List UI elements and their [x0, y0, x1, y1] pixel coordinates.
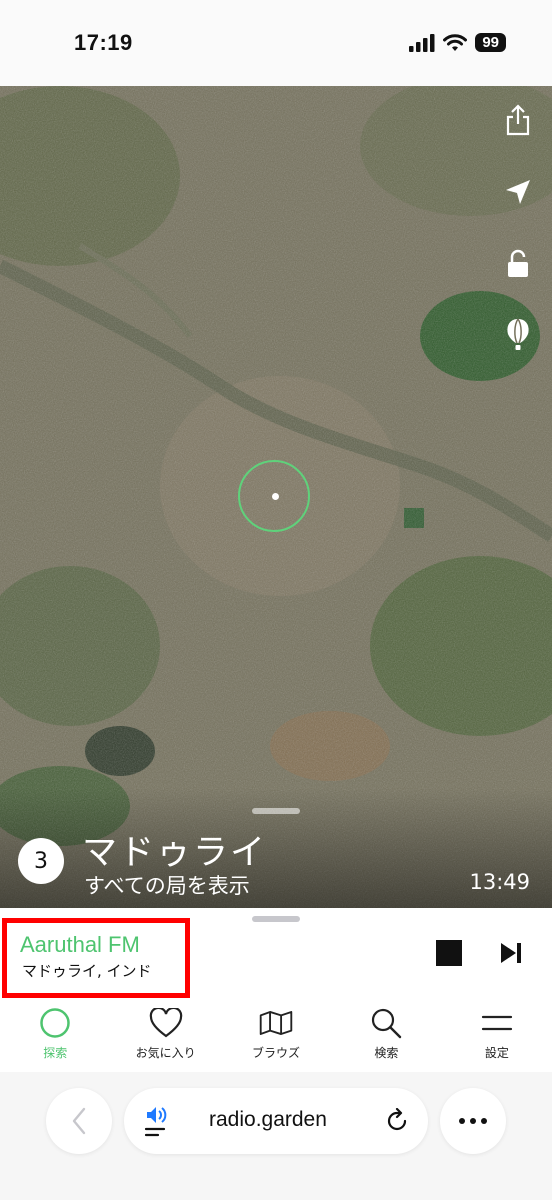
next-button[interactable]: [498, 940, 524, 966]
station-name[interactable]: Aaruthal FM: [20, 932, 140, 958]
tab-label: 検索: [374, 1046, 399, 1060]
skip-next-icon: [501, 943, 521, 963]
wifi-icon: [443, 33, 468, 51]
chevron-left-icon: [72, 1107, 86, 1135]
share-button[interactable]: [502, 104, 534, 136]
status-bar: 17:19 99: [0, 0, 552, 86]
status-time: 17:19: [74, 30, 133, 55]
tab-bar: 探索 お気に入り ブラウズ 検索 設定: [0, 1006, 552, 1072]
browser-toolbar: radio.garden: [0, 1072, 552, 1200]
tab-search[interactable]: 検索: [331, 1006, 441, 1072]
station-highlight-box: [2, 918, 190, 998]
heart-icon: [149, 1008, 182, 1038]
locate-button[interactable]: [502, 176, 534, 208]
unlock-icon: [508, 249, 528, 277]
station-location[interactable]: マドゥライ, インド: [22, 960, 152, 981]
tab-favorites[interactable]: お気に入り: [110, 1006, 220, 1072]
more-options-button[interactable]: [440, 1088, 506, 1154]
status-icons: 99: [409, 33, 506, 52]
tab-label: ブラウズ: [252, 1046, 301, 1060]
audio-playing-icon: [144, 1107, 167, 1137]
cellular-signal-icon: [409, 33, 435, 52]
map-icon: [259, 1011, 293, 1035]
sheet-drag-handle[interactable]: [252, 916, 300, 922]
tab-settings[interactable]: 設定: [442, 1006, 552, 1072]
circle-icon: [40, 1008, 70, 1038]
share-icon: [506, 104, 530, 136]
map-drag-handle[interactable]: [252, 808, 300, 814]
menu-icon: [481, 1015, 512, 1031]
url-text[interactable]: radio.garden: [209, 1108, 327, 1132]
tab-label: お気に入り: [135, 1046, 196, 1060]
tab-browse[interactable]: ブラウズ: [221, 1006, 331, 1072]
ellipsis-icon: [459, 1118, 487, 1124]
balloon-button[interactable]: [502, 318, 534, 350]
browser-back-button[interactable]: [46, 1088, 112, 1154]
tuner-dot: [272, 493, 279, 500]
balloon-icon: [507, 318, 529, 350]
reload-icon[interactable]: [384, 1108, 410, 1134]
stop-button[interactable]: [436, 940, 462, 966]
satellite-map[interactable]: 3 マドゥライ すべての局を表示 13:49: [0, 86, 552, 908]
location-arrow-icon: [506, 180, 530, 204]
station-count-badge[interactable]: 3: [18, 838, 64, 884]
local-time: 13:49: [469, 870, 530, 894]
player-panel: Aaruthal FM マドゥライ, インド: [0, 908, 552, 1008]
show-all-stations-link[interactable]: すべての局を表示: [84, 870, 250, 900]
tab-label: 設定: [484, 1046, 509, 1060]
tab-label: 探索: [43, 1046, 68, 1060]
address-bar[interactable]: radio.garden: [124, 1088, 428, 1154]
place-title[interactable]: マドゥライ: [82, 824, 267, 875]
battery-indicator: 99: [475, 33, 506, 52]
lock-button[interactable]: [502, 248, 534, 280]
search-icon: [372, 1008, 402, 1039]
tab-explore[interactable]: 探索: [0, 1006, 110, 1072]
